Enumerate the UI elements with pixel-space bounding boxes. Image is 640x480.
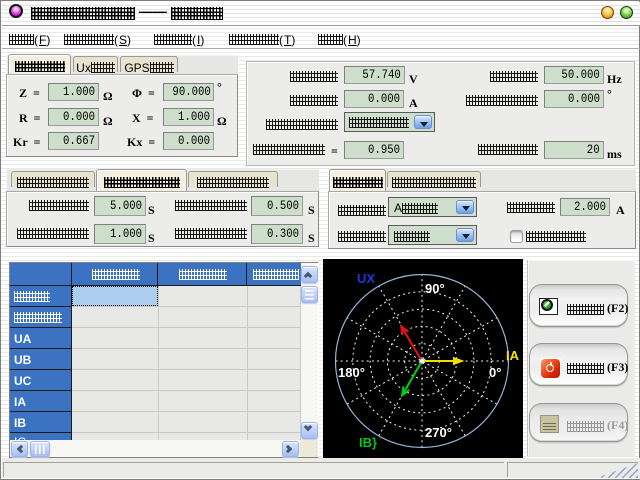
svg-text:180°: 180° (338, 365, 365, 380)
svg-text:IA: IA (506, 348, 520, 363)
svg-text:UX: UX (357, 271, 375, 286)
svg-text:IB}: IB} (359, 435, 377, 450)
svg-text:270°: 270° (425, 425, 452, 440)
svg-text:0°: 0° (489, 365, 501, 380)
svg-text:90°: 90° (425, 281, 445, 296)
